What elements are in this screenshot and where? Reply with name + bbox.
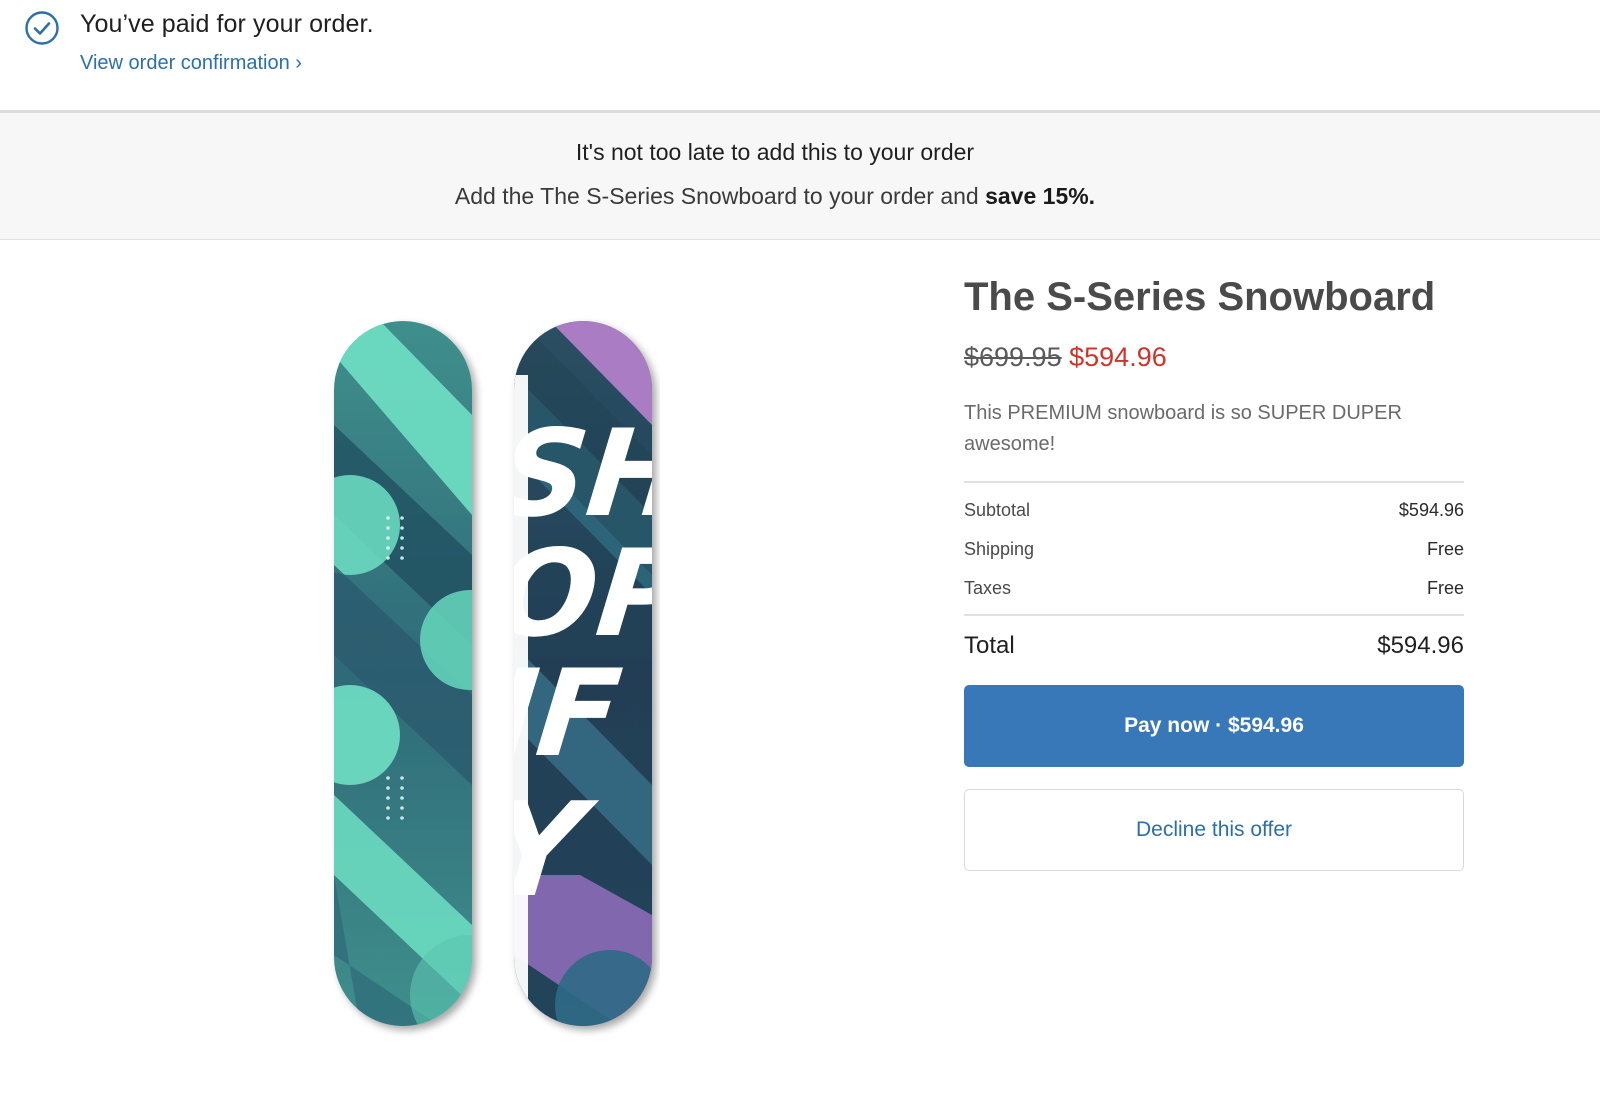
product-description: This PREMIUM snowboard is so SUPER DUPER… [964, 402, 1402, 455]
taxes-label: Taxes [964, 578, 1012, 598]
taxes-value: Free [1426, 578, 1464, 598]
view-order-confirmation-link[interactable]: View order confirmation › [80, 52, 302, 75]
upsell-banner-discount: save 15%. [985, 183, 1096, 209]
order-status-header: You’ve paid for your order. View order c… [0, 0, 1600, 111]
board-lettering-if: IF [486, 644, 627, 784]
shipping-row: Shipping Free [964, 539, 1464, 560]
check-circle-icon [25, 11, 59, 45]
product-title: The S-Series Snowboard [964, 275, 1436, 319]
upsell-banner-title: It's not too late to add this to your or… [575, 139, 975, 165]
summary-divider-bottom [964, 614, 1464, 616]
price-row: $699.95 $594.96 [964, 342, 1167, 373]
original-price: $699.95 [964, 342, 1062, 372]
upsell-banner: It's not too late to add this to your or… [0, 113, 1600, 240]
paid-status-title: You’ve paid for your order. [80, 10, 374, 38]
taxes-row: Taxes Free [964, 578, 1464, 599]
subtotal-row: Subtotal $594.96 [964, 500, 1464, 521]
shipping-value: Free [1426, 539, 1464, 559]
subtotal-label: Subtotal [964, 500, 1031, 520]
subtotal-value: $594.96 [1398, 500, 1464, 520]
total-label: Total [964, 632, 1015, 659]
total-value: $594.96 [1377, 632, 1464, 659]
sale-price: $594.96 [1069, 342, 1167, 372]
upsell-banner-subtitle: Add the The S-Series Snowboard to your o… [0, 183, 1550, 210]
total-row: Total $594.96 [964, 632, 1464, 660]
upsell-banner-subtitle-text: Add the The S-Series Snowboard to your o… [454, 183, 979, 209]
summary-divider-top [964, 481, 1464, 483]
shipping-label: Shipping [964, 539, 1035, 559]
snowboard-product-image: SH OP IF Y [334, 321, 652, 1026]
decline-offer-button[interactable]: Decline this offer [964, 789, 1464, 871]
pay-now-button[interactable]: Pay now · $594.96 [964, 685, 1464, 767]
